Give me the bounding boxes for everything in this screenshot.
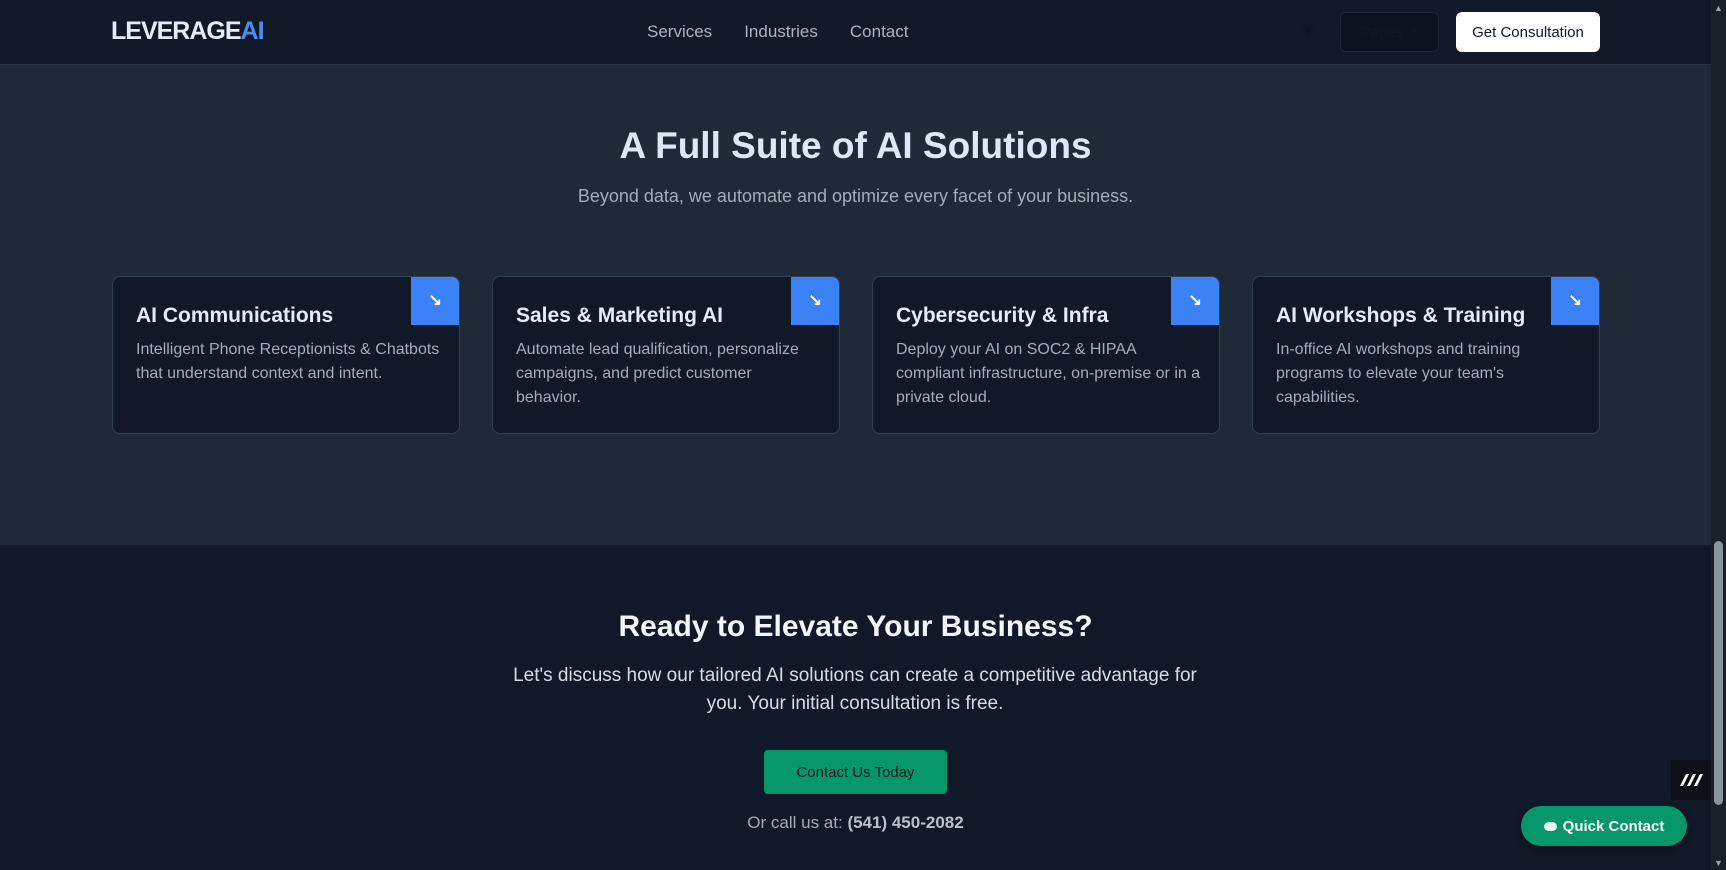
solution-card-ai-communications[interactable]: ↘ AI Communications Intelligent Phone Re… [112, 276, 460, 434]
site-header: LEVERAGEAI Services Industries Contact ☀… [0, 0, 1711, 65]
logo-accent: AI [240, 17, 265, 45]
solutions-section: A Full Suite of AI Solutions Beyond data… [0, 65, 1711, 545]
card-description: In-office AI workshops and training prog… [1276, 341, 1521, 406]
pages-dropdown[interactable]: Pages ▼ [1340, 12, 1439, 52]
chat-bubble-icon [1543, 821, 1557, 831]
solutions-subtitle: Beyond data, we automate and optimize ev… [577, 186, 1134, 206]
cta-description: Let's discuss how our tailored AI soluti… [513, 665, 1197, 714]
arrow-down-right-icon[interactable]: ↘ [411, 277, 459, 325]
logo[interactable]: LEVERAGEAI [111, 17, 265, 46]
card-title: Cybersecurity & Infra [896, 304, 1109, 327]
contact-us-button[interactable]: Contact Us Today [764, 750, 947, 794]
solution-card-sales-marketing[interactable]: ↘ Sales & Marketing AI Automate lead qua… [492, 276, 840, 434]
arrow-down-right-icon[interactable]: ↘ [791, 277, 839, 325]
main-nav: Services Industries Contact [647, 22, 908, 42]
solution-card-cybersecurity[interactable]: ↘ Cybersecurity & Infra Deploy your AI o… [872, 276, 1220, 434]
nav-contact[interactable]: Contact [850, 22, 909, 42]
card-title: Sales & Marketing AI [516, 304, 723, 327]
sun-icon[interactable]: ☀ [1298, 22, 1318, 42]
phone-link[interactable]: (541) 450-2082 [847, 813, 963, 832]
quick-contact-label: Quick Contact [1562, 817, 1665, 835]
chevron-down-icon: ▼ [1408, 26, 1419, 38]
scroll-down-icon[interactable]: ▼ [1711, 855, 1726, 870]
arrow-down-right-icon[interactable]: ↘ [1551, 277, 1599, 325]
quick-contact-button[interactable]: Quick Contact [1521, 806, 1687, 846]
card-title: AI Communications [136, 304, 334, 327]
cta-title: Ready to Elevate Your Business? [618, 610, 1093, 643]
page-scrollbar[interactable]: ▲ ▼ [1711, 0, 1726, 870]
nav-services[interactable]: Services [647, 22, 712, 42]
card-description: Intelligent Phone Receptionists & Chatbo… [136, 341, 440, 382]
nav-industries[interactable]: Industries [744, 22, 818, 42]
card-title: AI Workshops & Training [1276, 304, 1526, 327]
call-us-text: Or call us at: (541) 450-2082 [0, 813, 1711, 833]
scroll-up-icon[interactable]: ▲ [1711, 0, 1726, 15]
brand-widget[interactable] [1671, 760, 1711, 800]
card-description: Automate lead qualification, personalize… [516, 341, 799, 406]
call-prefix: Or call us at: [747, 813, 843, 832]
solutions-title: A Full Suite of AI Solutions [619, 125, 1092, 166]
logo-main: LEVERAGE [111, 17, 242, 45]
pages-label: Pages [1360, 23, 1403, 41]
page: LEVERAGEAI Services Industries Contact ☀… [0, 0, 1726, 870]
scrollbar-thumb[interactable] [1714, 541, 1723, 805]
brand-logo-icon [1680, 774, 1703, 786]
arrow-down-right-icon[interactable]: ↘ [1171, 277, 1219, 325]
get-consultation-button[interactable]: Get Consultation [1456, 12, 1600, 52]
cta-section: Ready to Elevate Your Business? Let's di… [0, 545, 1711, 870]
card-description: Deploy your AI on SOC2 & HIPAA compliant… [896, 341, 1201, 406]
solution-card-workshops[interactable]: ↘ AI Workshops & Training In-office AI w… [1252, 276, 1600, 434]
